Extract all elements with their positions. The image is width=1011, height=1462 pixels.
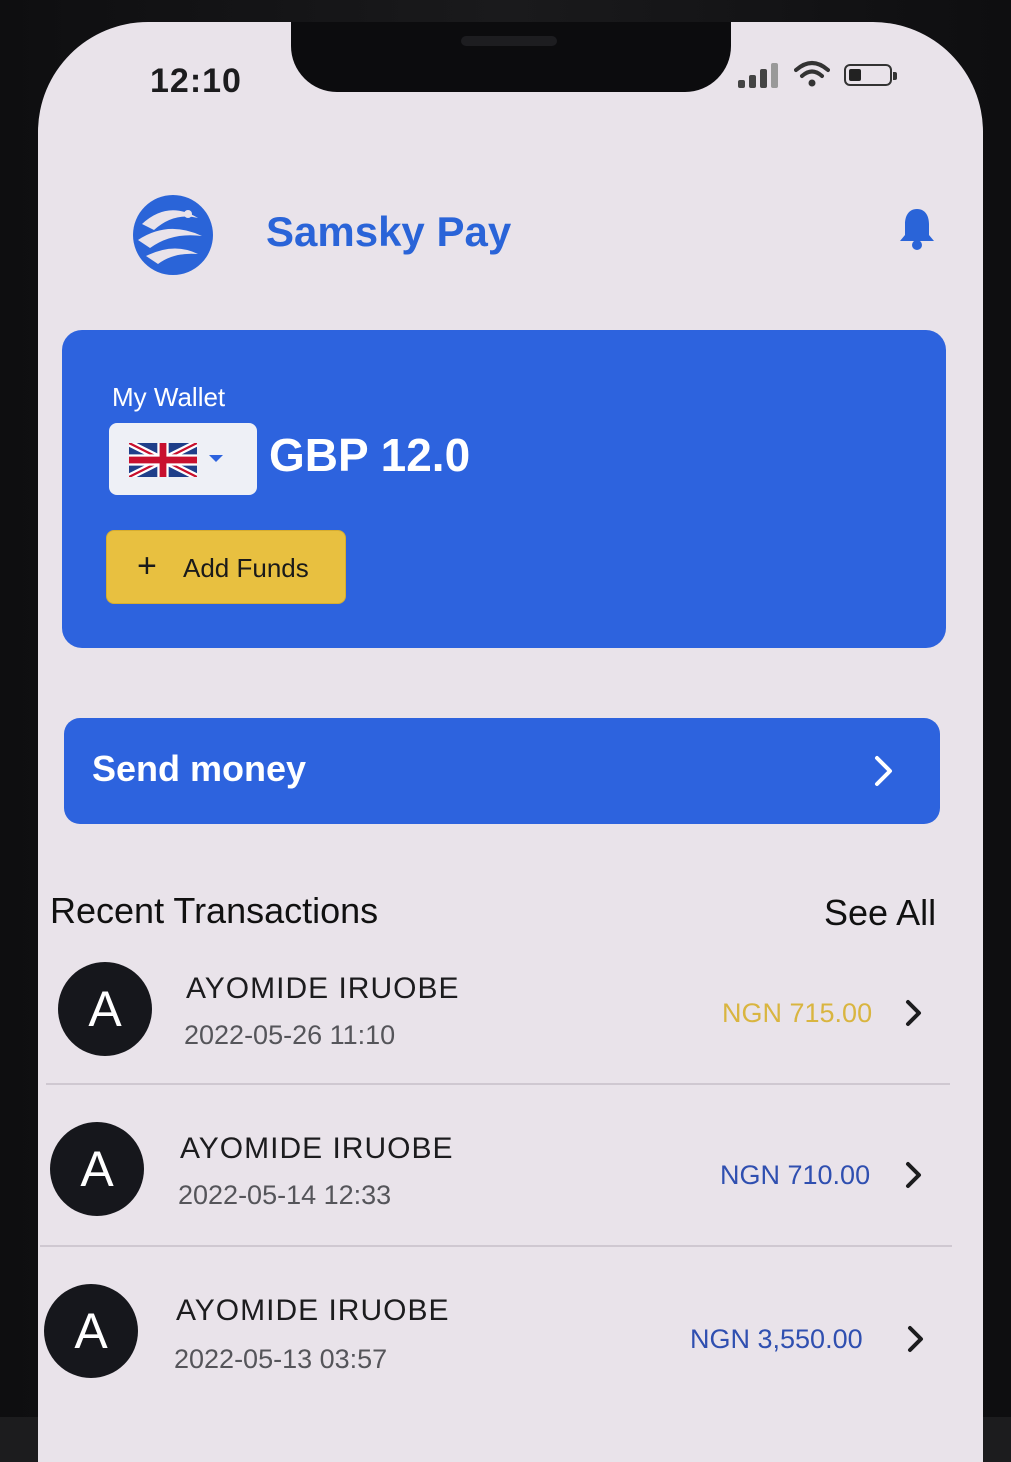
transaction-amount: NGN 3,550.00 xyxy=(690,1324,863,1354)
chevron-right-icon xyxy=(906,1162,921,1188)
avatar: A xyxy=(50,1122,144,1216)
send-money-label: Send money xyxy=(92,748,307,789)
transaction-row[interactable]: A AYOMIDE IRUOBE 2022-05-13 03:57 NGN 3,… xyxy=(38,1274,983,1434)
recent-transactions-title: Recent Transactions xyxy=(50,890,379,931)
avatar: A xyxy=(44,1284,138,1378)
app-header: Samsky Pay xyxy=(128,190,948,280)
transaction-name: AYOMIDE IRUOBE xyxy=(180,1132,454,1165)
send-money-button[interactable]: Send money xyxy=(64,718,940,824)
signal-icon xyxy=(738,62,784,88)
chevron-right-icon xyxy=(906,1000,921,1026)
wifi-icon xyxy=(794,61,830,87)
divider xyxy=(40,1245,952,1247)
wallet-label: My Wallet xyxy=(112,382,226,412)
chevron-down-icon xyxy=(209,455,223,462)
chevron-right-icon xyxy=(875,756,892,786)
app-screen: 12:10 Samsky Pay My Wallet GBP 12.0 + Ad… xyxy=(38,22,983,1462)
transaction-name: AYOMIDE IRUOBE xyxy=(186,972,460,1005)
wallet-balance: GBP 12.0 xyxy=(269,429,471,481)
add-funds-label: Add Funds xyxy=(183,553,309,583)
speaker xyxy=(461,36,557,46)
transaction-date: 2022-05-14 12:33 xyxy=(178,1180,392,1210)
uk-flag-icon xyxy=(129,443,197,477)
app-title: Samsky Pay xyxy=(266,208,512,255)
transaction-amount: NGN 715.00 xyxy=(722,998,873,1028)
phone-frame: 12:10 Samsky Pay My Wallet GBP 12.0 + Ad… xyxy=(0,0,1011,1462)
battery-icon xyxy=(844,64,897,86)
see-all-link[interactable]: See All xyxy=(824,892,936,934)
notch xyxy=(291,22,731,92)
currency-selector[interactable] xyxy=(109,423,257,495)
transaction-amount: NGN 710.00 xyxy=(720,1160,871,1190)
transaction-date: 2022-05-26 11:10 xyxy=(184,1020,396,1050)
wallet-card: My Wallet GBP 12.0 + Add Funds xyxy=(62,330,946,648)
bell-icon[interactable] xyxy=(898,206,936,250)
transaction-row[interactable]: A AYOMIDE IRUOBE 2022-05-14 12:33 NGN 71… xyxy=(38,1112,983,1272)
add-funds-button[interactable]: + Add Funds xyxy=(106,530,346,604)
avatar: A xyxy=(58,962,152,1056)
divider xyxy=(46,1083,950,1085)
chevron-right-icon xyxy=(908,1326,923,1352)
plus-icon: + xyxy=(137,547,157,585)
transaction-name: AYOMIDE IRUOBE xyxy=(176,1294,450,1327)
samsky-logo-icon xyxy=(133,195,213,275)
transaction-row[interactable]: A AYOMIDE IRUOBE 2022-05-26 11:10 NGN 71… xyxy=(38,952,983,1112)
transaction-date: 2022-05-13 03:57 xyxy=(174,1344,388,1374)
status-time: 12:10 xyxy=(150,62,242,100)
